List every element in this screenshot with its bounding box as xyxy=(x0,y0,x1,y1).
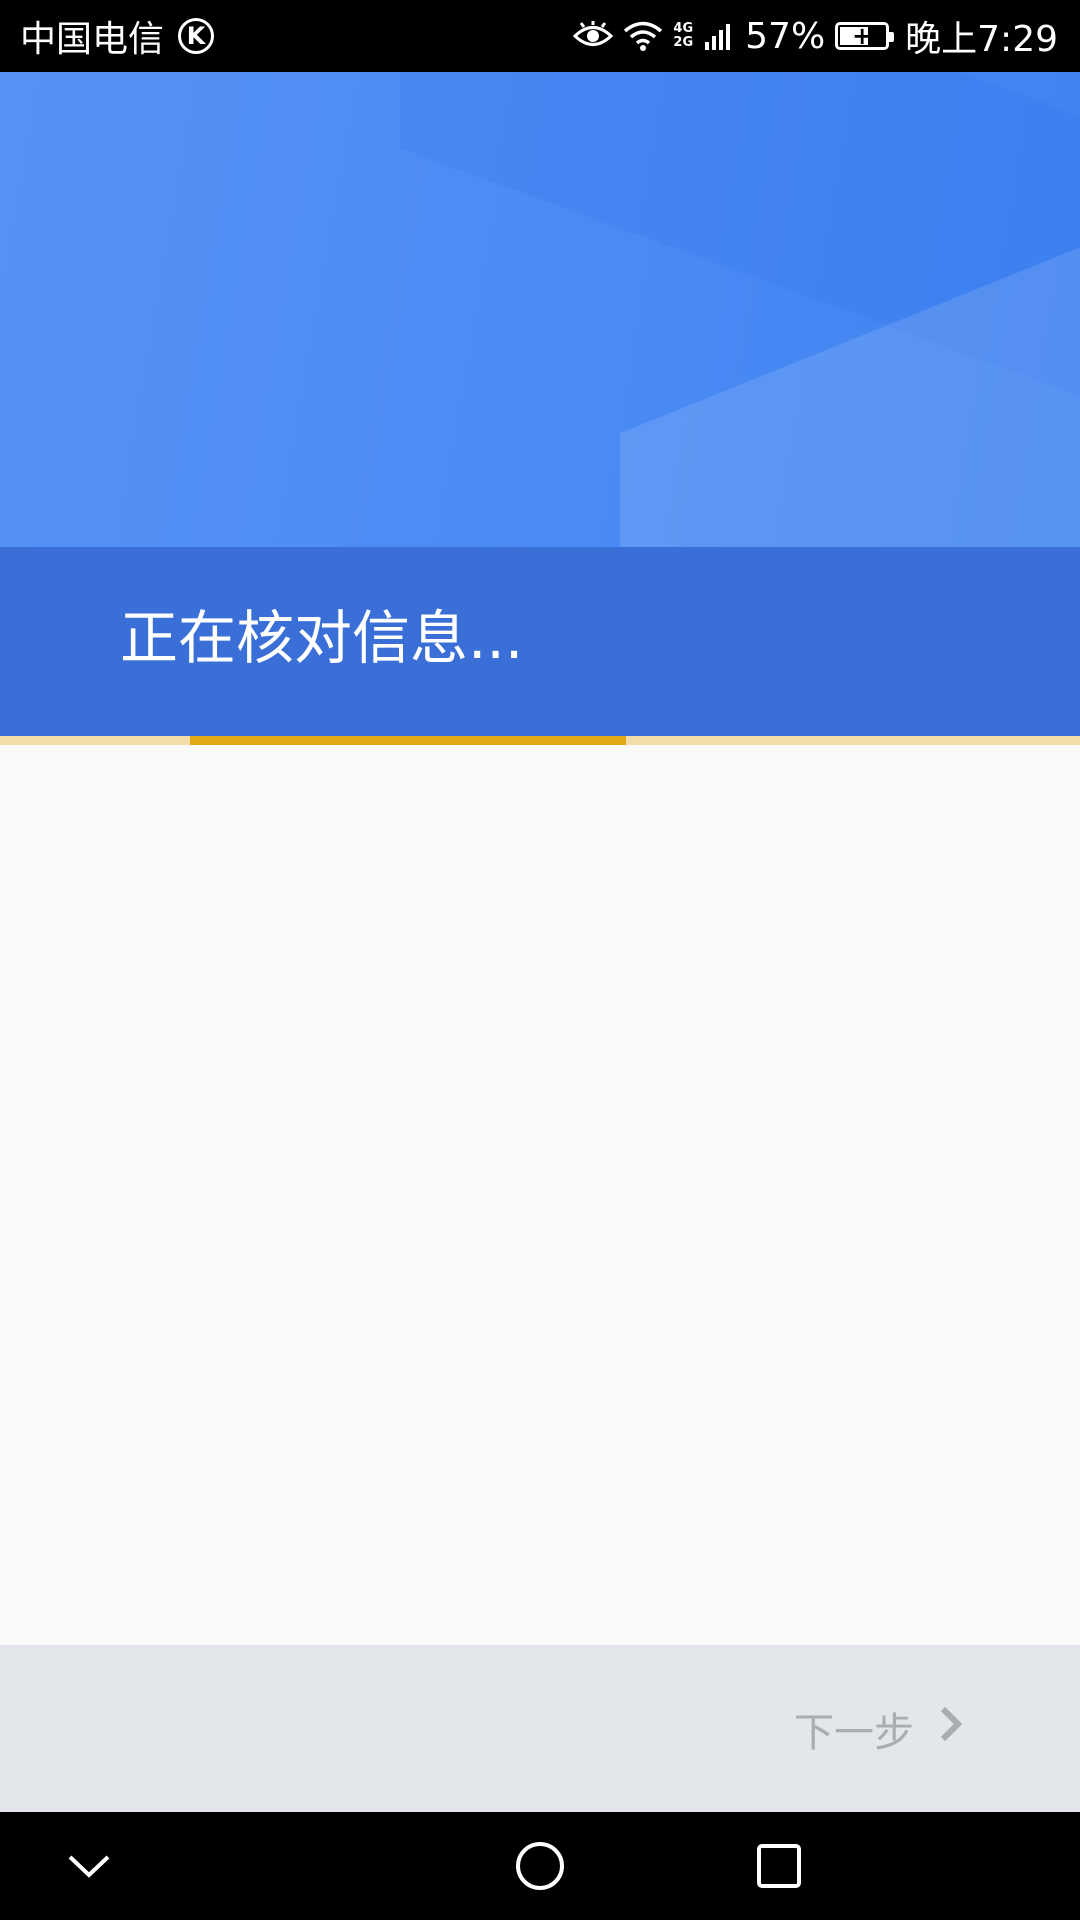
screen: 中国电信 K 4G 2G 57% + 晚上7:29 正在核对信息... 下一步 xyxy=(0,0,1080,1920)
navigation-bar xyxy=(0,1812,1080,1920)
network-type: 4G 2G xyxy=(673,22,693,50)
progress-indicator xyxy=(190,736,626,745)
action-bar: 下一步 xyxy=(0,1645,1080,1812)
chevron-right-icon xyxy=(940,1706,963,1752)
battery-percent: 57% xyxy=(745,15,826,57)
status-right: 4G 2G 57% + 晚上7:29 xyxy=(573,10,1058,62)
nav-recents-icon[interactable] xyxy=(756,1843,802,1889)
page-title: 正在核对信息... xyxy=(120,604,524,672)
carrier-k-badge-icon: K xyxy=(178,18,215,54)
nav-back-icon[interactable] xyxy=(66,1851,112,1881)
nav-home-icon[interactable] xyxy=(514,1840,566,1892)
network-type-top: 4G xyxy=(673,21,694,36)
status-bar: 中国电信 K 4G 2G 57% + 晚上7:29 xyxy=(0,0,1080,72)
clock: 晚上7:29 xyxy=(905,19,1058,60)
next-button[interactable]: 下一步 xyxy=(794,1700,963,1758)
content-area xyxy=(0,745,1080,1645)
cell-signal-icon xyxy=(705,20,735,52)
status-left: 中国电信 K xyxy=(20,10,215,62)
wifi-icon xyxy=(623,20,663,52)
carrier-name: 中国电信 xyxy=(20,19,165,60)
next-button-label: 下一步 xyxy=(794,1709,914,1756)
network-type-bottom: 2G xyxy=(673,35,694,50)
header-banner xyxy=(0,72,1080,547)
battery-charging-icon: + xyxy=(835,22,895,50)
eye-comfort-icon xyxy=(573,21,614,51)
